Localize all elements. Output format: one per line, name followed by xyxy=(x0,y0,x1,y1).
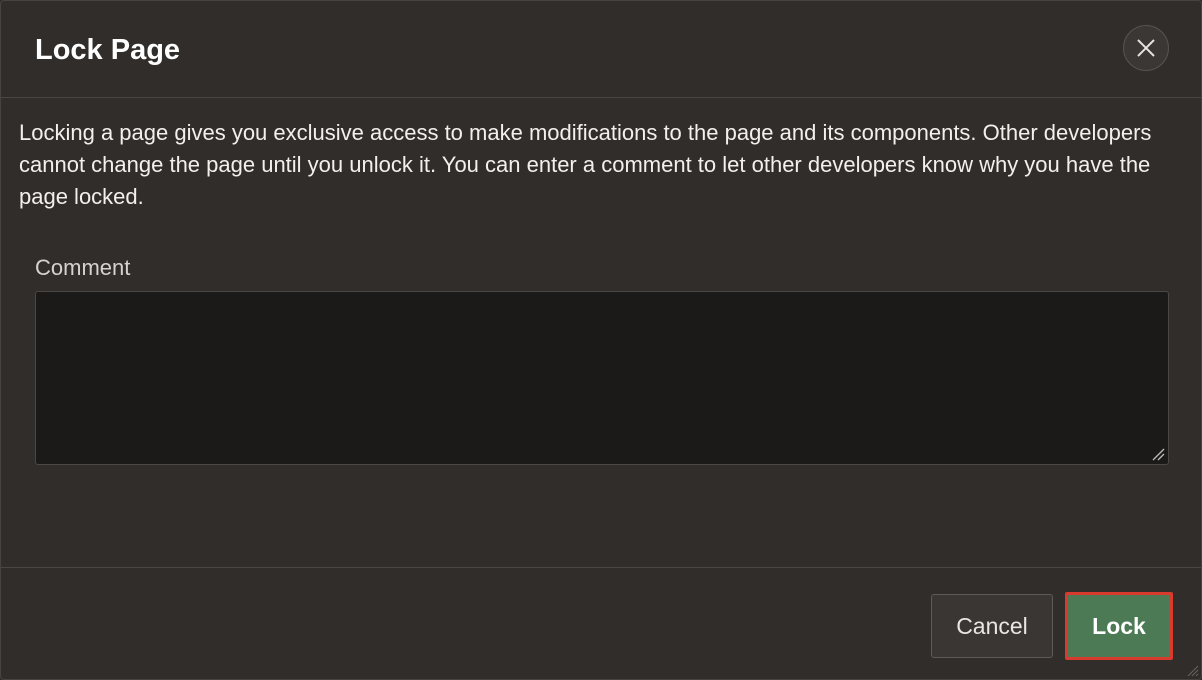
dialog-description: Locking a page gives you exclusive acces… xyxy=(19,120,1152,209)
dialog-footer: Cancel Lock xyxy=(1,567,1201,679)
dialog-title: Lock Page xyxy=(35,34,181,66)
dialog-resize-icon[interactable] xyxy=(1187,665,1199,677)
resize-grip-icon[interactable] xyxy=(1151,447,1165,461)
comment-label: Comment xyxy=(35,255,131,280)
close-icon xyxy=(1137,39,1155,57)
lock-button[interactable]: Lock xyxy=(1065,592,1173,660)
comment-textarea[interactable] xyxy=(35,291,1169,465)
lock-page-dialog: Lock Page Locking a page gives you exclu… xyxy=(0,0,1202,680)
dialog-header: Lock Page xyxy=(1,1,1201,98)
cancel-button[interactable]: Cancel xyxy=(931,594,1053,658)
close-button[interactable] xyxy=(1123,25,1169,71)
